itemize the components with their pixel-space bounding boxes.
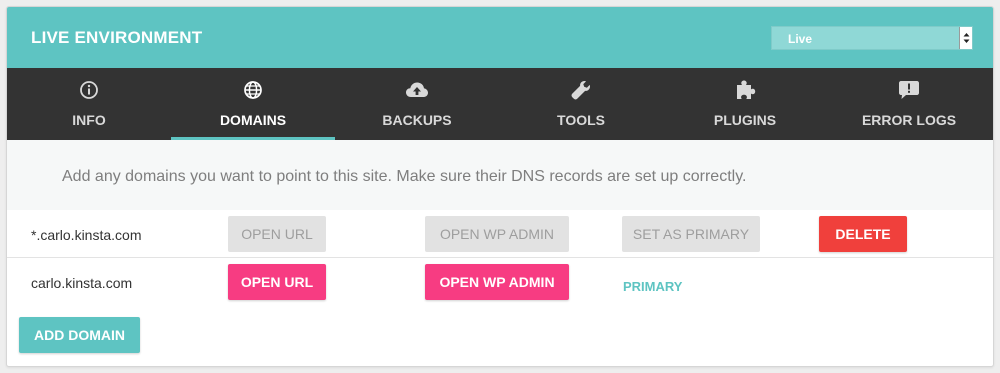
tab-backups-label: BACKUPS bbox=[382, 112, 452, 128]
open-wp-admin-button[interactable]: OPEN WP ADMIN bbox=[425, 216, 569, 252]
delete-button[interactable]: DELETE bbox=[819, 216, 907, 252]
wrench-icon bbox=[570, 79, 592, 101]
tab-info-label: INFO bbox=[72, 112, 106, 128]
info-icon bbox=[79, 79, 99, 101]
globe-icon bbox=[243, 79, 263, 101]
alert-comment-icon bbox=[898, 79, 920, 101]
set-as-primary-button[interactable]: SET AS PRIMARY bbox=[622, 216, 760, 252]
panel-header: LIVE ENVIRONMENT Live bbox=[7, 7, 993, 68]
info-bar: Add any domains you want to point to thi… bbox=[7, 140, 993, 210]
add-domain-button[interactable]: ADD DOMAIN bbox=[19, 317, 140, 353]
environment-select-value: Live bbox=[788, 32, 813, 46]
table-row: carlo.kinsta.com OPEN URL OPEN WP ADMIN … bbox=[7, 258, 993, 308]
tab-error-logs-label: ERROR LOGS bbox=[861, 112, 957, 128]
environment-panel: LIVE ENVIRONMENT Live INFO DOMAINS BACKU… bbox=[6, 6, 994, 367]
tab-error-logs[interactable]: ERROR LOGS bbox=[827, 68, 991, 140]
open-url-button[interactable]: OPEN URL bbox=[228, 216, 326, 252]
tab-plugins[interactable]: PLUGINS bbox=[663, 68, 827, 140]
puzzle-icon bbox=[734, 79, 756, 101]
table-row: *.carlo.kinsta.com OPEN URL OPEN WP ADMI… bbox=[7, 210, 993, 258]
tab-tools[interactable]: TOOLS bbox=[499, 68, 663, 140]
open-wp-admin-button[interactable]: OPEN WP ADMIN bbox=[425, 264, 569, 300]
domain-name: *.carlo.kinsta.com bbox=[31, 227, 142, 243]
tab-tools-label: TOOLS bbox=[557, 112, 605, 128]
domain-name: carlo.kinsta.com bbox=[31, 275, 133, 291]
primary-status-label: PRIMARY bbox=[623, 279, 683, 294]
tab-backups[interactable]: BACKUPS bbox=[335, 68, 499, 140]
tab-bar: INFO DOMAINS BACKUPS TOOLS PLUGINS ERROR… bbox=[7, 68, 993, 140]
panel-title: LIVE ENVIRONMENT bbox=[31, 28, 203, 47]
select-arrows-icon bbox=[959, 27, 972, 49]
open-url-button[interactable]: OPEN URL bbox=[228, 264, 326, 300]
environment-select[interactable]: Live bbox=[771, 26, 973, 50]
tab-info[interactable]: INFO bbox=[7, 68, 171, 140]
domains-help-text: Add any domains you want to point to thi… bbox=[62, 168, 747, 185]
tab-domains[interactable]: DOMAINS bbox=[171, 68, 335, 140]
tab-domains-label: DOMAINS bbox=[219, 112, 287, 128]
tab-plugins-label: PLUGINS bbox=[713, 112, 777, 128]
cloud-upload-icon bbox=[405, 79, 429, 101]
